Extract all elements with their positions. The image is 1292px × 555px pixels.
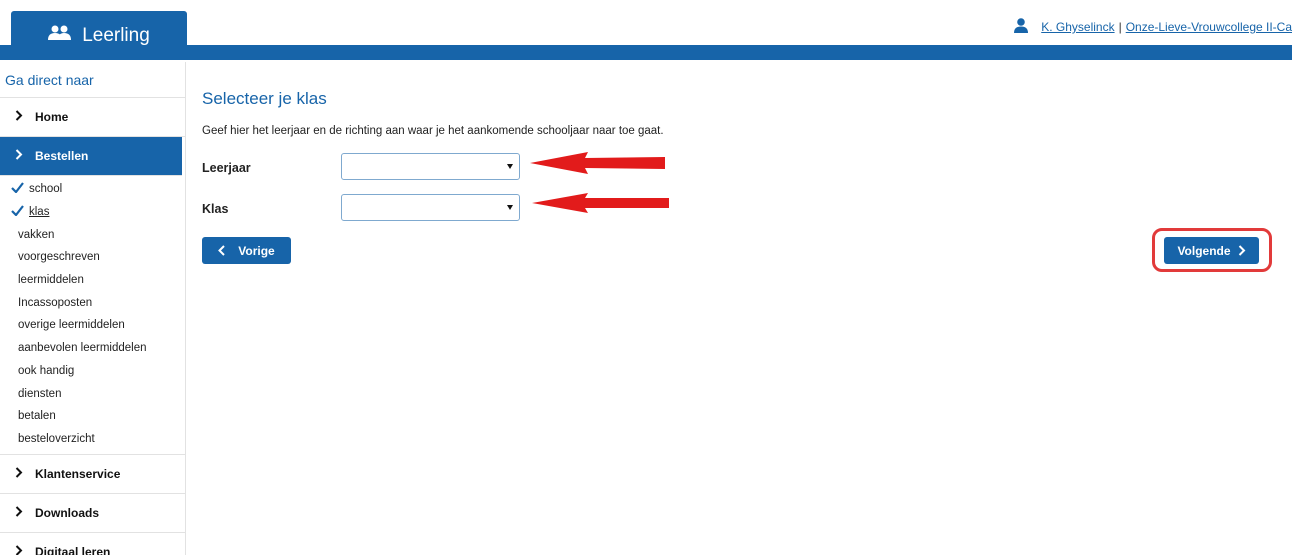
subnav-item-overige-leermiddelen[interactable]: overige leermiddelen — [0, 314, 185, 337]
subnav-item-vakken[interactable]: vakken — [0, 223, 185, 246]
school-name-link[interactable]: Onze-Lieve-Vrouwcollege II-Ca — [1126, 20, 1292, 34]
bestellen-subnav: school klas vakken voorgeschreven leermi… — [0, 176, 185, 456]
sidebar-item-label: Digitaal leren — [35, 545, 111, 555]
subnav-item-klas[interactable]: klas — [0, 201, 185, 224]
header-stripe — [0, 45, 1292, 60]
subnav-item-voorgeschreven[interactable]: voorgeschreven — [0, 246, 185, 269]
subnav-item-label: school — [29, 183, 63, 196]
leerjaar-select[interactable] — [341, 153, 520, 180]
chevron-right-icon — [15, 506, 29, 520]
chevron-right-icon — [15, 545, 29, 555]
sidebar-item-label: Home — [35, 110, 69, 124]
user-icon — [1014, 18, 1041, 36]
next-button-label: Volgende — [1177, 243, 1231, 258]
klas-select[interactable] — [341, 194, 520, 221]
tab-leerling[interactable]: Leerling — [11, 11, 187, 60]
subnav-item-incassoposten[interactable]: Incassoposten — [0, 291, 185, 314]
sidebar-item-home[interactable]: Home — [0, 98, 185, 137]
checkmark-icon — [11, 205, 26, 219]
intro-text: Geef hier het leerjaar en de richting aa… — [202, 125, 664, 137]
page-title: Selecteer je klas — [202, 89, 327, 108]
top-bar: Leerling K. Ghyselinck | Onze-Lieve-Vrou… — [0, 0, 1292, 62]
sidebar-item-label: Downloads — [35, 506, 100, 521]
tab-leerling-label: Leerling — [82, 24, 150, 46]
subnav-item-betalen[interactable]: betalen — [0, 405, 185, 428]
subnav-item-aanbevolen-leermiddelen[interactable]: aanbevolen leermiddelen — [0, 337, 185, 360]
klas-label: Klas — [202, 202, 229, 216]
subnav-item-ook-handig[interactable]: ook handig — [0, 360, 185, 383]
chevron-right-icon — [15, 467, 29, 481]
sidebar-item-klantenservice[interactable]: Klantenservice — [0, 455, 185, 495]
previous-button[interactable]: Vorige — [202, 237, 291, 264]
user-name-link[interactable]: K. Ghyselinck — [1041, 20, 1114, 34]
subnav-item-school[interactable]: school — [0, 178, 185, 201]
annotation-arrow-klas — [532, 193, 669, 213]
previous-button-label: Vorige — [238, 243, 275, 258]
annotation-arrow-leerjaar — [530, 152, 665, 174]
user-info: K. Ghyselinck | Onze-Lieve-Vrouwcollege … — [1014, 18, 1292, 36]
sidebar-item-label: Bestellen — [35, 149, 89, 163]
dropdown-caret-icon — [507, 164, 513, 169]
users-icon — [48, 25, 82, 47]
chevron-right-icon — [15, 110, 29, 124]
sidebar: Ga direct naar Home Bestellen school kla… — [0, 62, 186, 555]
subnav-item-besteloverzicht[interactable]: besteloverzicht — [0, 428, 185, 451]
sidebar-item-downloads[interactable]: Downloads — [0, 494, 185, 534]
subnav-item-diensten[interactable]: diensten — [0, 382, 185, 405]
chevron-right-icon — [15, 149, 29, 163]
dropdown-caret-icon — [507, 205, 513, 210]
chevron-left-icon — [218, 245, 226, 256]
sidebar-item-digitaal-leren[interactable]: Digitaal leren — [0, 533, 185, 555]
sidebar-heading: Ga direct naar — [0, 62, 185, 98]
subnav-item-leermiddelen[interactable]: leermiddelen — [0, 269, 185, 292]
sidebar-item-label: Klantenservice — [35, 467, 121, 482]
next-button[interactable]: Volgende — [1164, 237, 1259, 264]
checkmark-icon — [11, 182, 26, 196]
chevron-right-icon — [1238, 245, 1246, 256]
leerjaar-label: Leerjaar — [202, 161, 251, 175]
user-separator: | — [1118, 20, 1122, 34]
subnav-item-label: klas — [29, 206, 50, 219]
sidebar-item-bestellen[interactable]: Bestellen — [0, 137, 182, 176]
